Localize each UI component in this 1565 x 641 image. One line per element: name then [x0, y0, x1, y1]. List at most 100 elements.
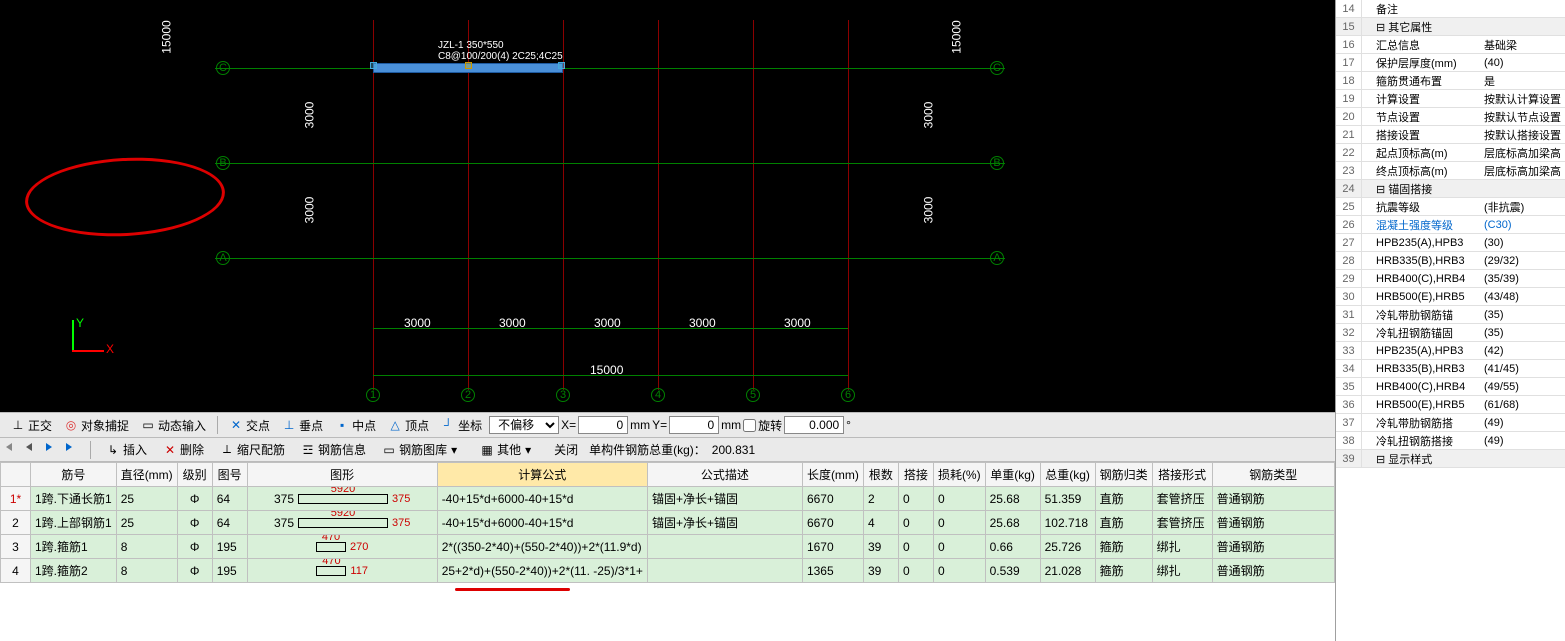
prop-value[interactable]: (30) [1480, 237, 1565, 249]
prop-value[interactable]: (35) [1480, 309, 1565, 321]
property-row[interactable]: 19计算设置按默认计算设置 [1336, 90, 1565, 108]
cell-lap[interactable]: 0 [898, 559, 933, 583]
cell-uw[interactable]: 25.68 [985, 487, 1040, 511]
cell-cat[interactable]: 箍筋 [1095, 559, 1152, 583]
cell-len[interactable]: 1365 [802, 559, 863, 583]
grip-left[interactable] [370, 62, 377, 69]
cell-grade[interactable]: Φ [177, 487, 212, 511]
cell-uw[interactable]: 0.539 [985, 559, 1040, 583]
cell-cnt[interactable]: 4 [863, 511, 898, 535]
cell-desc[interactable]: 锚固+净长+锚固 [647, 511, 802, 535]
cell-loss[interactable]: 0 [933, 511, 985, 535]
rotate-checkbox[interactable] [743, 419, 756, 432]
cell-loss[interactable]: 0 [933, 559, 985, 583]
snap-foot[interactable]: ┘坐标 [436, 415, 487, 435]
cell-calc[interactable]: 2*((350-2*40)+(550-2*40))+2*(11.9*d) [437, 535, 647, 559]
table-row[interactable]: 41跨.箍筋28Φ19547011725+2*d)+(550-2*40))+2*… [1, 559, 1335, 583]
col-code[interactable]: 图号 [212, 463, 247, 487]
cell-lapf[interactable]: 绑扎 [1152, 535, 1212, 559]
grip-mid[interactable] [465, 62, 472, 69]
x-input[interactable] [578, 416, 628, 434]
nav-next-icon[interactable] [46, 443, 60, 457]
cell-shape[interactable]: 470270 [247, 535, 437, 559]
prop-value[interactable]: 按默认搭接设置 [1480, 127, 1565, 143]
offset-select[interactable]: 不偏移 [489, 416, 559, 434]
cell-tw[interactable]: 102.718 [1040, 511, 1095, 535]
cell-len[interactable]: 1670 [802, 535, 863, 559]
snap-cross[interactable]: ✕交点 [224, 415, 275, 435]
col-lap[interactable]: 搭接 [898, 463, 933, 487]
cell-tw[interactable]: 51.359 [1040, 487, 1095, 511]
cell-uw[interactable]: 25.68 [985, 511, 1040, 535]
prop-value[interactable]: 基础梁 [1480, 37, 1565, 53]
col-cat[interactable]: 钢筋归类 [1095, 463, 1152, 487]
cell-name[interactable]: 1跨.下通长筋1 [31, 487, 117, 511]
cell-shape[interactable]: 3755920375 [247, 487, 437, 511]
col-name[interactable]: 筋号 [31, 463, 117, 487]
property-row[interactable]: 20节点设置按默认节点设置 [1336, 108, 1565, 126]
prop-value[interactable]: (42) [1480, 345, 1565, 357]
cell-cnt[interactable]: 2 [863, 487, 898, 511]
property-row[interactable]: 39⊟ 显示样式 [1336, 450, 1565, 468]
cell-grade[interactable]: Φ [177, 535, 212, 559]
cell-cat[interactable]: 直筋 [1095, 487, 1152, 511]
dyn-input-toggle[interactable]: ▭动态输入 [136, 415, 211, 435]
snap-mid[interactable]: ▪中点 [330, 415, 381, 435]
property-panel[interactable]: 14备注15⊟ 其它属性16汇总信息基础梁17保护层厚度(mm)(40)18箍筋… [1335, 0, 1565, 641]
cell-lap[interactable]: 0 [898, 511, 933, 535]
property-row[interactable]: 33HPB235(A),HPB3(42) [1336, 342, 1565, 360]
col-calc[interactable]: 计算公式 [437, 463, 647, 487]
prop-value[interactable]: 按默认节点设置 [1480, 109, 1565, 125]
col-loss[interactable]: 损耗(%) [933, 463, 985, 487]
ortho-toggle[interactable]: ⊥正交 [6, 415, 57, 435]
other-button[interactable]: ▦其他▾ [475, 440, 543, 460]
cell-calc[interactable]: 25+2*d)+(550-2*40))+2*(11. -25)/3*1+ [437, 559, 647, 583]
lib-button[interactable]: ▭钢筋图库▾ [377, 440, 469, 460]
prop-value[interactable]: (43/48) [1480, 291, 1565, 303]
prop-value[interactable]: (41/45) [1480, 363, 1565, 375]
cell-lap[interactable]: 0 [898, 535, 933, 559]
col-uw[interactable]: 单重(kg) [985, 463, 1040, 487]
cell-shape[interactable]: 3755920375 [247, 511, 437, 535]
property-row[interactable]: 36HRB500(E),HRB5(61/68) [1336, 396, 1565, 414]
insert-button[interactable]: ↳插入 [101, 440, 152, 460]
col-lapf[interactable]: 搭接形式 [1152, 463, 1212, 487]
property-row[interactable]: 25抗震等级(非抗震) [1336, 198, 1565, 216]
prop-value[interactable]: (35) [1480, 327, 1565, 339]
cell-len[interactable]: 6670 [802, 511, 863, 535]
cell-len[interactable]: 6670 [802, 487, 863, 511]
cell-calc[interactable]: -40+15*d+6000-40+15*d [437, 487, 647, 511]
cell-lapf[interactable]: 套管挤压 [1152, 511, 1212, 535]
cell-dia[interactable]: 25 [116, 511, 177, 535]
prop-value[interactable]: 层底标高加梁高 [1480, 145, 1565, 161]
cell-type[interactable]: 普通钢筋 [1212, 487, 1334, 511]
cell-grade[interactable]: Φ [177, 559, 212, 583]
prop-value[interactable]: (29/32) [1480, 255, 1565, 267]
nav-last-icon[interactable] [66, 443, 80, 457]
close-button[interactable]: 关闭 [549, 440, 583, 460]
property-row[interactable]: 34HRB335(B),HRB3(41/45) [1336, 360, 1565, 378]
property-row[interactable]: 15⊟ 其它属性 [1336, 18, 1565, 36]
prop-value[interactable]: (40) [1480, 57, 1565, 69]
snap-apex[interactable]: △顶点 [383, 415, 434, 435]
cell-code[interactable]: 64 [212, 511, 247, 535]
grip-right[interactable] [558, 62, 565, 69]
table-row[interactable]: 31跨.箍筋18Φ1954702702*((350-2*40)+(550-2*4… [1, 535, 1335, 559]
info-button[interactable]: ☲钢筋信息 [296, 440, 371, 460]
osnap-toggle[interactable]: ◎对象捕捉 [59, 415, 134, 435]
y-input[interactable] [669, 416, 719, 434]
cell-desc[interactable] [647, 559, 802, 583]
col-desc[interactable]: 公式描述 [647, 463, 802, 487]
property-row[interactable]: 18箍筋贯通布置是 [1336, 72, 1565, 90]
property-row[interactable]: 28HRB335(B),HRB3(29/32) [1336, 252, 1565, 270]
cell-shape[interactable]: 470117 [247, 559, 437, 583]
prop-value[interactable]: (49) [1480, 435, 1565, 447]
cell-cat[interactable]: 直筋 [1095, 511, 1152, 535]
property-row[interactable]: 26混凝土强度等级(C30) [1336, 216, 1565, 234]
property-row[interactable]: 21搭接设置按默认搭接设置 [1336, 126, 1565, 144]
delete-button[interactable]: ✕删除 [158, 440, 209, 460]
cell-name[interactable]: 1跨.箍筋1 [31, 535, 117, 559]
prop-value[interactable]: (49/55) [1480, 381, 1565, 393]
nav-prev-icon[interactable] [26, 443, 40, 457]
cell-code[interactable]: 195 [212, 559, 247, 583]
